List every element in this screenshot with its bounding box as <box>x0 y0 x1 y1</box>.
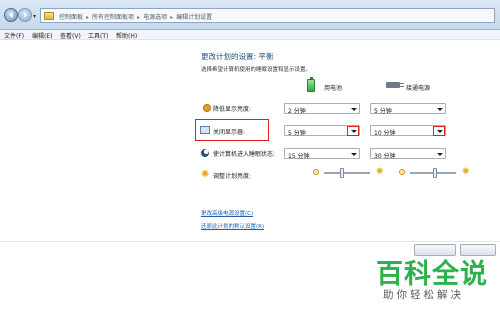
turn-off-display-battery-select[interactable]: 5 分钟 <box>284 125 360 137</box>
dim-display-plugged-select[interactable]: 5 分钟 <box>370 103 446 115</box>
column-battery: 用电池 <box>324 85 343 92</box>
power-plug-icon <box>386 82 404 88</box>
brightness-sun-icon: ✺ <box>201 169 210 180</box>
column-plugged: 接通电源 <box>406 85 431 92</box>
address-bar: ▾ 控制面板 ▸ 所有控制面板项 ▸ 电源选项 ▸ 编辑计划设置 <box>0 0 500 30</box>
dim-display-battery-select[interactable]: 2 分钟 <box>284 103 360 115</box>
chevron-down-icon[interactable] <box>436 105 444 113</box>
breadcrumb-item[interactable]: 编辑计划设置 <box>176 14 212 21</box>
brightness-label: 调整计划亮度: <box>213 173 252 180</box>
dim-display-label: 降低显示亮度: <box>213 106 252 113</box>
recent-pages-chevron-icon[interactable]: ▾ <box>33 13 36 20</box>
menu-view[interactable]: 查看(V) <box>60 31 81 40</box>
plan-settings-panel: 更改计划的设置: 平衡 选择希望计算机使用的睡眠设置和显示设置。 用电池 接通电… <box>0 41 500 241</box>
chevron-down-icon[interactable] <box>350 105 358 113</box>
breadcrumb-item[interactable]: 控制面板 <box>59 14 83 21</box>
battery-icon <box>307 77 315 92</box>
menu-file[interactable]: 文件(F) <box>4 31 24 40</box>
breadcrumb-separator[interactable]: ▸ <box>170 14 173 21</box>
back-button[interactable] <box>4 8 18 22</box>
turn-off-display-plugged-select[interactable]: 10 分钟 <box>370 125 446 137</box>
chevron-down-icon[interactable] <box>433 125 445 136</box>
dim-display-icon <box>203 104 211 112</box>
chevron-down-icon[interactable] <box>436 150 444 158</box>
breadcrumb-item[interactable]: 所有控制面板项 <box>92 14 134 21</box>
footer-divider <box>0 241 500 242</box>
brightness-high-icon: ✺ <box>462 167 470 177</box>
brightness-high-icon: ✺ <box>376 167 384 177</box>
brightness-battery-slider[interactable]: ✺ <box>313 167 385 178</box>
address-field[interactable]: 控制面板 ▸ 所有控制面板项 ▸ 电源选项 ▸ 编辑计划设置 <box>40 8 495 23</box>
page-subtitle: 选择希望计算机使用的睡眠设置和显示设置。 <box>201 67 312 73</box>
menu-edit[interactable]: 编辑(E) <box>32 31 52 40</box>
chevron-down-icon[interactable] <box>350 150 358 158</box>
control-panel-icon <box>44 12 54 20</box>
restore-defaults-link[interactable]: 还原此计划的默认设置(R) <box>201 222 264 230</box>
select-value: 5 分钟 <box>374 107 392 115</box>
sleep-battery-select[interactable]: 15 分钟 <box>284 148 360 160</box>
sleep-moon-icon <box>201 149 209 157</box>
breadcrumb-separator[interactable]: ▸ <box>86 14 89 21</box>
breadcrumb-separator[interactable]: ▸ <box>137 14 140 21</box>
menu-bar: 文件(F) 编辑(E) 查看(V) 工具(T) 帮助(H) <box>0 30 500 40</box>
select-value: 5 分钟 <box>288 129 306 137</box>
menu-help[interactable]: 帮助(H) <box>116 31 137 40</box>
brightness-plugged-slider[interactable]: ✺ <box>399 167 471 178</box>
sleep-plugged-select[interactable]: 30 分钟 <box>370 148 446 160</box>
monitor-icon <box>200 126 210 134</box>
breadcrumb-item[interactable]: 电源选项 <box>143 14 167 21</box>
menu-tools[interactable]: 工具(T) <box>88 31 108 40</box>
select-value: 2 分钟 <box>288 107 306 115</box>
watermark-title: 百科全说 <box>376 259 488 290</box>
brightness-low-icon <box>399 169 405 175</box>
chevron-down-icon[interactable] <box>347 125 359 136</box>
select-value: 30 分钟 <box>374 152 396 160</box>
advanced-power-settings-link[interactable]: 更改高级电源设置(C) <box>201 209 253 217</box>
watermark-subtitle: 助你轻松解决 <box>383 289 464 301</box>
page-title: 更改计划的设置: 平衡 <box>201 52 274 61</box>
sleep-label: 使计算机进入睡眠状态: <box>213 151 276 158</box>
select-value: 10 分钟 <box>374 129 396 137</box>
brightness-low-icon <box>313 169 319 175</box>
select-value: 15 分钟 <box>288 152 310 160</box>
forward-button[interactable] <box>18 8 32 22</box>
slider-track[interactable] <box>324 172 370 174</box>
turn-off-display-label: 关闭显示器: <box>213 129 246 136</box>
slider-thumb[interactable] <box>340 168 345 178</box>
slider-thumb[interactable] <box>433 168 438 178</box>
breadcrumb: 控制面板 ▸ 所有控制面板项 ▸ 电源选项 ▸ 编辑计划设置 <box>59 12 212 21</box>
